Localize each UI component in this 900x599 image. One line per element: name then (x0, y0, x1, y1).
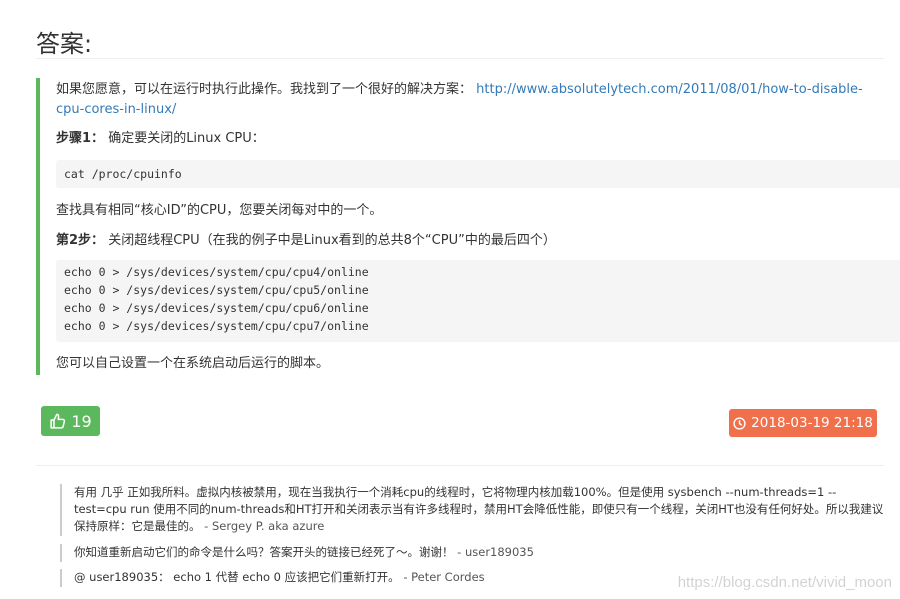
answer-block: 如果您愿意，可以在运行时执行此操作。我找到了一个很好的解决方案： http://… (36, 78, 900, 375)
step2-text: 关闭超线程CPU（在我的例子中是Linux看到的总共8个“CPU”中的最后四个） (108, 233, 556, 248)
comment: 你知道重新启动它们的命令是什么吗？答案开头的链接已经死了〜。谢谢！ - user… (60, 544, 884, 562)
vote-count: 19 (71, 411, 92, 431)
intro-text: 如果您愿意，可以在运行时执行此操作。我找到了一个很好的解决方案： (56, 82, 473, 97)
code-block-disable-cpus: echo 0 > /sys/devices/system/cpu/cpu4/on… (56, 260, 900, 342)
answer-date: 2018-03-19 21:18 (751, 415, 873, 431)
step1: 步骤1： 确定要关闭的Linux CPU： (56, 129, 265, 149)
comment-author: - Sergey P. aka azure (204, 519, 325, 533)
date-badge: 2018-03-19 21:18 (729, 409, 877, 437)
code-line: echo 0 > /sys/devices/system/cpu/cpu6/on… (64, 301, 369, 315)
comment-author: - user189035 (457, 545, 534, 559)
code-line: echo 0 > /sys/devices/system/cpu/cpu5/on… (64, 283, 369, 297)
comment-author: - Peter Cordes (403, 570, 485, 584)
upvote-button[interactable]: 19 (41, 406, 100, 436)
clock-icon (733, 416, 746, 430)
comment-text: 有用 几乎 正如我所料。虚拟内核被禁用，现在当我执行一个消耗cpu的线程时，它将… (74, 485, 884, 533)
divider (36, 465, 884, 466)
watermark: https://blog.csdn.net/vivid_moon (677, 574, 892, 591)
final-text: 您可以自己设置一个在系统启动后运行的脚本。 (56, 356, 330, 371)
page-title: 答案: (36, 30, 93, 59)
thumbs-up-icon (49, 413, 66, 430)
comment-text: 你知道重新启动它们的命令是什么吗？答案开头的链接已经死了〜。谢谢！ (74, 545, 454, 559)
code-line: echo 0 > /sys/devices/system/cpu/cpu4/on… (64, 265, 369, 279)
code-block-cpuinfo: cat /proc/cpuinfo (56, 160, 900, 188)
comment-text: @ user189035： echo 1 代替 echo 0 应该把它们重新打开… (74, 570, 400, 584)
divider (36, 58, 884, 59)
step1-label: 步骤1： (56, 131, 105, 146)
step1-text: 确定要关闭的Linux CPU： (108, 131, 265, 146)
find-text: 查找具有相同“核心ID”的CPU，您要关闭每对中的一个。 (56, 203, 383, 218)
comment: 有用 几乎 正如我所料。虚拟内核被禁用，现在当我执行一个消耗cpu的线程时，它将… (60, 484, 884, 536)
step2-label: 第2步： (56, 233, 105, 248)
answer-intro: 如果您愿意，可以在运行时执行此操作。我找到了一个很好的解决方案： http://… (56, 80, 876, 120)
code-line: echo 0 > /sys/devices/system/cpu/cpu7/on… (64, 319, 369, 333)
step2: 第2步： 关闭超线程CPU（在我的例子中是Linux看到的总共8个“CPU”中的… (56, 231, 556, 251)
